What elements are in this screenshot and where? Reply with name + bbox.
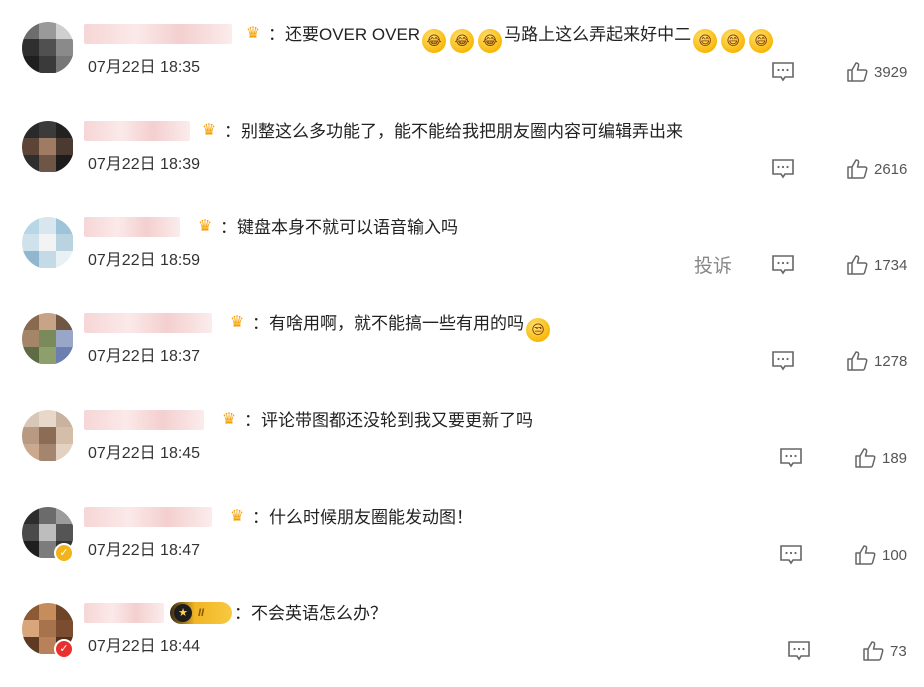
like-count: 189 xyxy=(882,450,908,467)
comment-text: ：什么时候朋友圈能发动图！ xyxy=(252,508,473,527)
star-icon: ★ xyxy=(174,604,192,622)
comment-text: ：不会英语怎么办？ xyxy=(234,604,387,623)
username-blurred[interactable] xyxy=(84,313,212,333)
avatar[interactable] xyxy=(22,22,74,74)
crown-icon: ♛ xyxy=(229,508,245,525)
crown-icon: ♛ xyxy=(221,411,237,428)
emoji-icon: 😂 xyxy=(450,29,475,53)
thumbs-up-icon[interactable] xyxy=(846,62,868,82)
crown-icon: ♛ xyxy=(229,314,245,331)
like-count: 73 xyxy=(890,643,907,660)
comment-text: ：键盘本身不就可以语音输入吗 xyxy=(220,218,458,237)
comment-icon[interactable] xyxy=(772,62,794,82)
username-blurred[interactable] xyxy=(84,121,190,141)
like-count: 1734 xyxy=(874,257,908,274)
comment-row: ♛ ：评论带图都还没轮到我又要更新了吗 07月22日 18:45 189 xyxy=(0,398,924,494)
avatar[interactable] xyxy=(22,410,74,462)
like-count: 1278 xyxy=(874,353,908,370)
thumbs-up-icon[interactable] xyxy=(854,545,876,565)
like-count: 100 xyxy=(882,547,908,564)
comment-time: 07月22日 18:59 xyxy=(88,252,201,269)
username-blurred[interactable] xyxy=(84,603,164,623)
comment-icon[interactable] xyxy=(772,255,794,275)
emoji-icon: 😄 xyxy=(721,29,746,53)
crown-icon: ♛ xyxy=(245,25,261,42)
like-count: 3929 xyxy=(874,64,908,81)
avatar[interactable] xyxy=(22,313,74,365)
verified-badge-icon: ✓ xyxy=(54,639,74,659)
username-blurred[interactable] xyxy=(84,217,180,237)
comment-row: ♛ ：还要OVER OVER 😂 😂 😂 马路上这么弄起来好中二 😄 😄 😄 07月22日 1… xyxy=(0,12,924,108)
username-blurred[interactable] xyxy=(84,24,232,44)
thumbs-up-icon[interactable] xyxy=(862,641,884,661)
comment-text: ：有啥用啊，就不能搞一些有用的吗 😒 xyxy=(252,312,552,342)
comment-text: ：评论带图都还没轮到我又要更新了吗 xyxy=(244,411,533,430)
crown-icon: ♛ xyxy=(201,122,217,139)
comment-icon[interactable] xyxy=(772,351,794,371)
comment-time: 07月22日 18:45 xyxy=(88,445,201,462)
vip-level-badge: ★ II xyxy=(170,602,232,624)
like-count: 2616 xyxy=(874,161,908,178)
comment-row: ✓ ★ II ：不会英语怎么办？ 07月22日 18:44 73 xyxy=(0,591,924,687)
emoji-icon: 😂 xyxy=(478,29,503,53)
username-blurred[interactable] xyxy=(84,507,212,527)
comment-time: 07月22日 18:39 xyxy=(88,156,201,173)
thumbs-up-icon[interactable] xyxy=(846,255,868,275)
comment-time: 07月22日 18:35 xyxy=(88,59,201,76)
thumbs-up-icon[interactable] xyxy=(846,351,868,371)
comment-row: ✓ ♛ ：什么时候朋友圈能发动图！ 07月22日 18:47 100 xyxy=(0,495,924,591)
report-link[interactable]: 投诉 xyxy=(694,255,732,279)
comment-text: ：还要OVER OVER 😂 😂 😂 马路上这么弄起来好中二 😄 😄 😄 xyxy=(268,23,775,53)
comment-time: 07月22日 18:44 xyxy=(88,638,201,655)
comment-time: 07月22日 18:37 xyxy=(88,348,201,365)
emoji-icon: 😄 xyxy=(749,29,774,53)
crown-icon: ♛ xyxy=(197,218,213,235)
emoji-icon: 😒 xyxy=(526,318,550,342)
comment-icon[interactable] xyxy=(780,545,802,565)
avatar[interactable] xyxy=(22,121,74,173)
comment-row: ♛ ：别整这么多功能了，能不能给我把朋友圈内容可编辑弄出来 07月22日 18:… xyxy=(0,109,924,205)
comment-icon[interactable] xyxy=(772,159,794,179)
thumbs-up-icon[interactable] xyxy=(846,159,868,179)
comment-icon[interactable] xyxy=(780,448,802,468)
thumbs-up-icon[interactable] xyxy=(854,448,876,468)
comment-row: ♛ ：有啥用啊，就不能搞一些有用的吗 😒 07月22日 18:37 1278 xyxy=(0,301,924,397)
comment-icon[interactable] xyxy=(788,641,810,661)
emoji-icon: 😂 xyxy=(422,29,447,53)
username-blurred[interactable] xyxy=(84,410,204,430)
comment-row: ♛ ：键盘本身不就可以语音输入吗 07月22日 18:59 投诉 1734 xyxy=(0,205,924,301)
verified-badge-icon: ✓ xyxy=(54,543,74,563)
comment-time: 07月22日 18:47 xyxy=(88,542,201,559)
emoji-icon: 😄 xyxy=(693,29,718,53)
avatar[interactable] xyxy=(22,217,74,269)
comment-text: ：别整这么多功能了，能不能给我把朋友圈内容可编辑弄出来 xyxy=(224,122,683,141)
